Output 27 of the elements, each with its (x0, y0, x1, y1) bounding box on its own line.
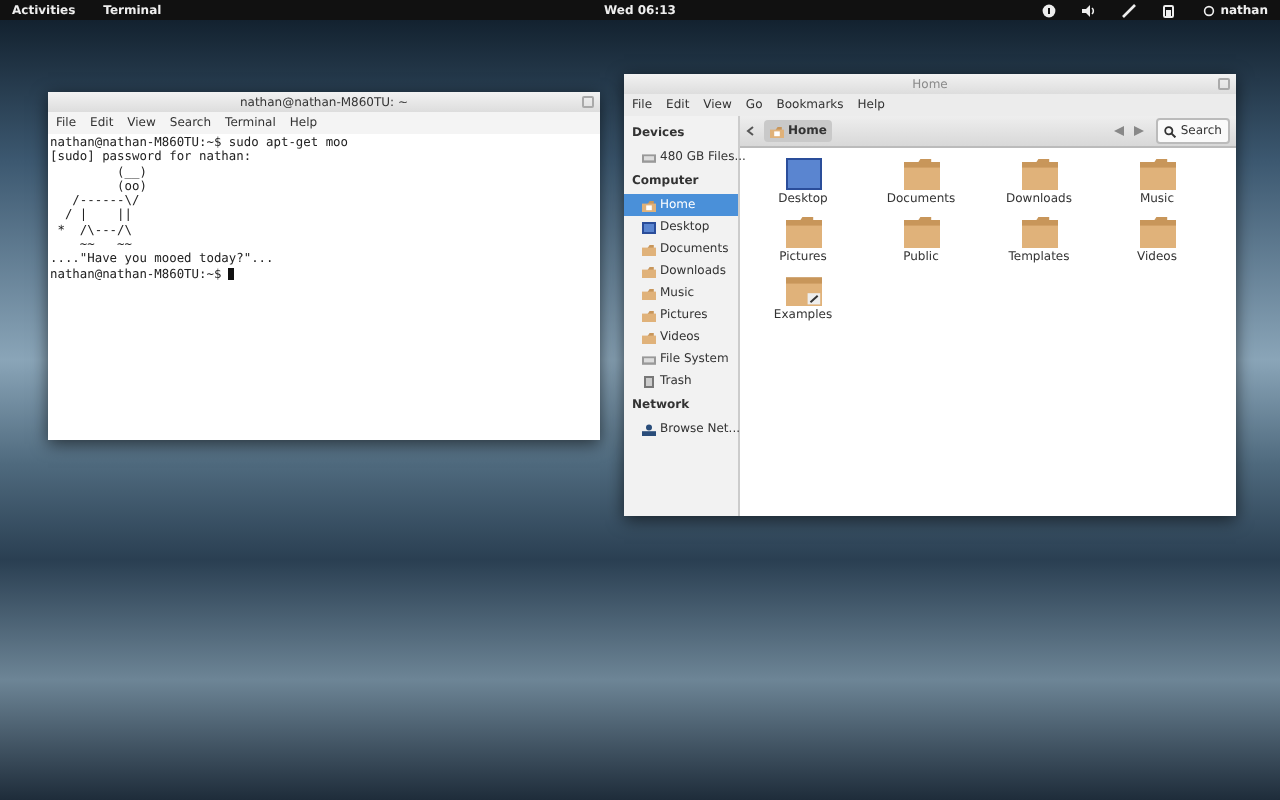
folder-icon (642, 309, 656, 321)
volume-icon[interactable] (1082, 3, 1097, 17)
folder-icon (903, 158, 939, 190)
folder-icon (785, 216, 821, 248)
folder-icon (642, 243, 656, 255)
next-arrow-icon[interactable] (1134, 126, 1145, 136)
folder-icon (1021, 158, 1057, 190)
search-icon (1164, 125, 1177, 137)
folder-icon (642, 331, 656, 343)
home-icon (642, 199, 656, 211)
text-cursor (228, 267, 235, 280)
desktop-icon (642, 221, 656, 233)
folder-icon (1021, 216, 1057, 248)
pen-icon[interactable] (1122, 3, 1137, 17)
folder-link-icon (785, 274, 821, 306)
previous-arrow-icon[interactable] (1114, 126, 1125, 136)
home-icon (770, 125, 784, 137)
folder-icon (642, 287, 656, 299)
folder-icon (1139, 216, 1175, 248)
folder-icon (1139, 158, 1175, 190)
desktop-folder-icon (785, 158, 821, 190)
folder-icon (642, 265, 656, 277)
network-icon (642, 423, 656, 435)
drive-icon (642, 353, 656, 365)
folder-icon (903, 216, 939, 248)
drive-icon (642, 151, 656, 163)
trash-icon (642, 375, 656, 387)
